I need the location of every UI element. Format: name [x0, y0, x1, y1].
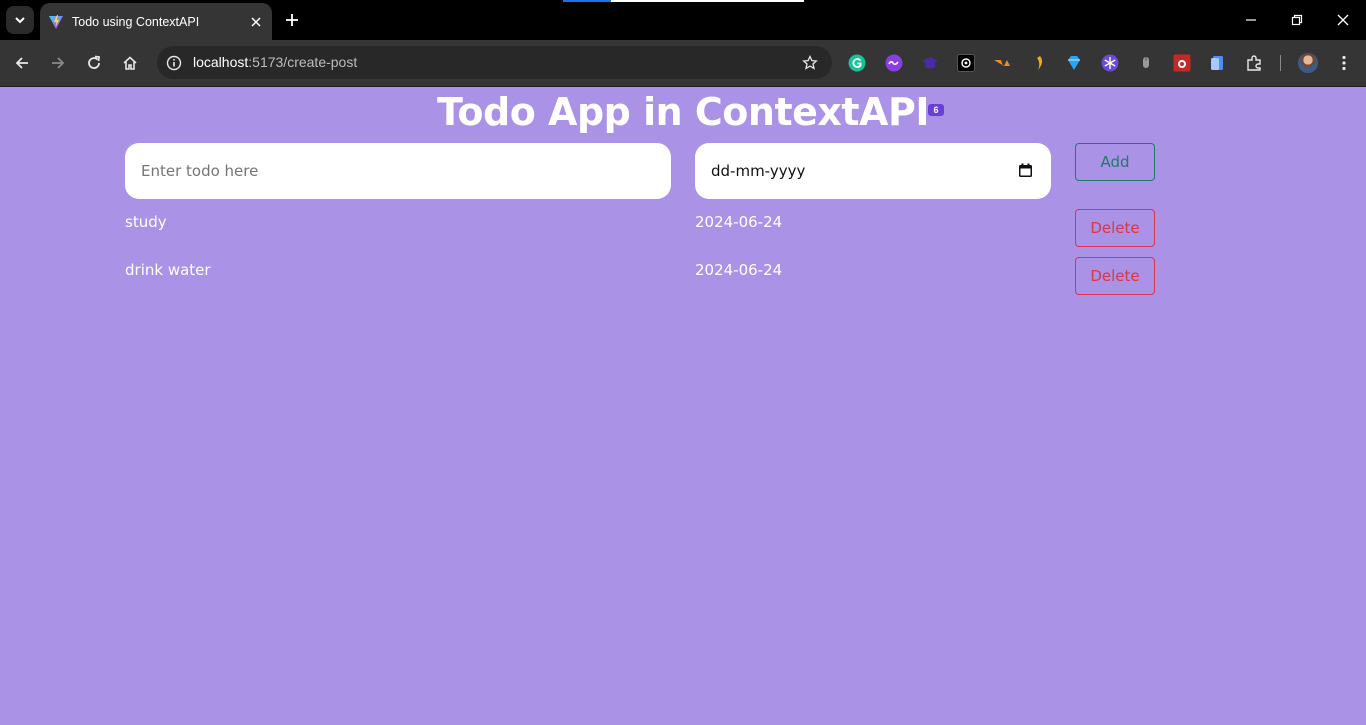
chevron-down-icon — [15, 17, 25, 24]
minimize-button[interactable] — [1239, 8, 1263, 32]
plus-icon — [286, 14, 298, 26]
calendar-icon[interactable] — [1018, 163, 1033, 178]
todo-date: 2024-06-24 — [695, 213, 783, 231]
home-icon — [123, 56, 137, 70]
feather-icon — [1037, 56, 1043, 70]
delete-button[interactable]: Delete — [1075, 257, 1155, 295]
home-button[interactable] — [116, 49, 144, 77]
todo-input[interactable] — [125, 143, 671, 199]
url-host: localhost — [193, 54, 249, 70]
delete-button[interactable]: Delete — [1075, 209, 1155, 247]
restore-icon — [1291, 14, 1303, 26]
url-text: localhost:5173/create-post — [193, 54, 357, 70]
minimize-icon — [1246, 19, 1256, 21]
add-button[interactable]: Add — [1075, 143, 1155, 181]
loading-indicator — [563, 0, 804, 2]
diamond-extension[interactable] — [1064, 53, 1084, 73]
bug-icon — [1173, 54, 1191, 72]
date-placeholder: dd-mm-yyyy — [711, 162, 806, 180]
graduation-cap-icon — [922, 57, 938, 69]
arrow-left-icon — [15, 57, 28, 69]
new-tab-button[interactable] — [280, 8, 304, 32]
close-icon — [251, 16, 261, 27]
mouse-extension[interactable] — [1136, 53, 1156, 73]
site-info-button[interactable] — [163, 52, 185, 74]
browser-titlebar: Todo using ContextAPI — [0, 0, 1366, 40]
grammarly-extension[interactable] — [847, 53, 867, 73]
todo-name: study — [125, 213, 167, 231]
purple-extension[interactable] — [884, 53, 904, 73]
browser-tab[interactable]: Todo using ContextAPI — [40, 3, 272, 40]
document-icon — [1211, 56, 1223, 70]
todo-name: drink water — [125, 261, 211, 279]
chatgpt-extension[interactable] — [956, 53, 976, 73]
openai-icon — [957, 54, 975, 72]
close-window-button[interactable] — [1331, 8, 1355, 32]
red-extension[interactable] — [1172, 53, 1192, 73]
date-input[interactable]: dd-mm-yyyy — [695, 143, 1051, 199]
star-icon — [802, 55, 818, 70]
browser-toolbar: localhost:5173/create-post 6 — [0, 40, 1366, 116]
arrow-right-icon — [52, 57, 65, 69]
todo-date: 2024-06-24 — [695, 261, 783, 279]
page-title: Todo App in ContextAPI — [437, 90, 929, 134]
extensions-menu-button[interactable] — [1244, 53, 1264, 73]
tab-title: Todo using ContextAPI — [72, 14, 200, 29]
yellow-extension[interactable] — [1028, 53, 1048, 73]
snowflake-extension[interactable] — [1100, 53, 1120, 73]
puzzle-icon — [1247, 55, 1261, 71]
orange-shape-icon — [994, 60, 1010, 66]
list-item: study 2024-06-24 Delete — [0, 209, 1366, 248]
list-item: drink water 2024-06-24 Delete — [0, 257, 1366, 296]
vite-logo-icon — [49, 14, 63, 29]
orange-extension[interactable] — [992, 53, 1012, 73]
reload-icon — [88, 55, 101, 69]
graduation-extension[interactable] — [920, 53, 940, 73]
mouse-icon — [1143, 57, 1149, 68]
tab-close-button[interactable] — [246, 12, 266, 32]
snowflake-icon — [1101, 54, 1119, 72]
close-icon — [1337, 14, 1349, 26]
profile-avatar[interactable] — [1298, 53, 1318, 73]
diamond-icon — [1068, 56, 1080, 70]
toolbar-divider — [1280, 55, 1281, 71]
info-icon — [166, 55, 182, 71]
kebab-menu-icon — [1342, 55, 1346, 71]
restore-button[interactable] — [1285, 8, 1309, 32]
tab-search-button[interactable] — [6, 6, 34, 34]
wave-icon — [885, 54, 903, 72]
bookmark-button[interactable] — [800, 53, 820, 73]
reload-button[interactable] — [80, 49, 108, 77]
grammarly-icon — [848, 54, 866, 72]
docs-extension[interactable] — [1208, 53, 1228, 73]
forward-button[interactable] — [44, 49, 72, 77]
back-button[interactable] — [8, 49, 36, 77]
address-bar[interactable]: localhost:5173/create-post — [157, 46, 832, 79]
url-path: :5173/create-post — [248, 54, 358, 70]
browser-menu-button[interactable] — [1334, 53, 1354, 73]
